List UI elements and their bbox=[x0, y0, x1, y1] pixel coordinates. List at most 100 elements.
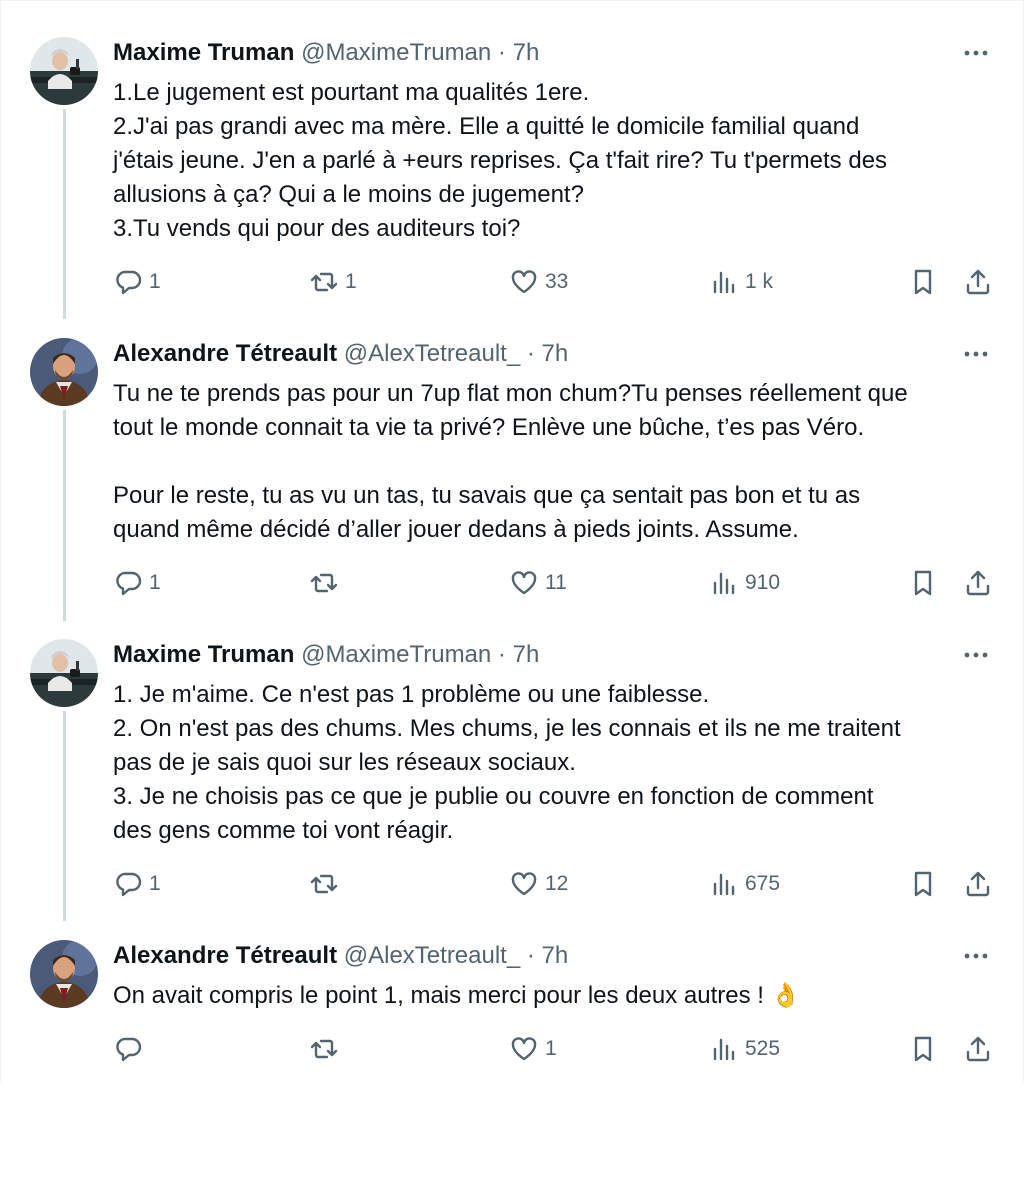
reply-icon bbox=[113, 267, 143, 297]
views-count: 910 bbox=[745, 571, 781, 594]
share-icon bbox=[963, 267, 993, 297]
separator: · bbox=[497, 39, 506, 66]
repost-icon bbox=[309, 1034, 339, 1064]
author-name[interactable]: Maxime Truman bbox=[113, 641, 294, 668]
repost-button[interactable] bbox=[309, 566, 345, 600]
likes-count: 1 bbox=[545, 1037, 557, 1060]
reply-button[interactable]: 1 bbox=[113, 265, 161, 299]
author-handle[interactable]: @MaximeTruman bbox=[301, 39, 491, 66]
tweet-actions: 1 12 675 bbox=[113, 867, 1003, 901]
views-button[interactable]: 675 bbox=[709, 867, 780, 901]
tweet-text-line: pas de je sais quoi sur les réseaux soci… bbox=[113, 749, 576, 776]
like-button[interactable]: 1 bbox=[509, 1032, 557, 1066]
tweet-text-line: allusions à ça? Qui a le moins de jugeme… bbox=[113, 181, 584, 208]
author-handle[interactable]: @AlexTetreault_ bbox=[344, 942, 520, 969]
replies-count: 1 bbox=[149, 270, 161, 293]
views-button[interactable]: 1 k bbox=[709, 265, 773, 299]
timestamp[interactable]: 7h bbox=[542, 942, 569, 969]
replies-count: 1 bbox=[149, 872, 161, 895]
views-button[interactable]: 910 bbox=[709, 566, 780, 600]
avatar[interactable] bbox=[30, 338, 98, 406]
reply-icon bbox=[113, 1034, 143, 1064]
tweet-text-line: Tu ne te prends pas pour un 7up flat mon… bbox=[113, 380, 908, 407]
share-button[interactable] bbox=[963, 867, 993, 901]
avatar[interactable] bbox=[30, 639, 98, 707]
separator: · bbox=[526, 340, 535, 367]
tweet[interactable]: Alexandre Tétreault @AlexTetreault_ · 7h… bbox=[1, 940, 1024, 1180]
repost-button[interactable] bbox=[309, 867, 345, 901]
author-name[interactable]: Alexandre Tétreault bbox=[113, 340, 337, 367]
reply-button[interactable]: 1 bbox=[113, 566, 161, 600]
avatar[interactable] bbox=[30, 940, 98, 1008]
author-handle[interactable]: @MaximeTruman bbox=[301, 641, 491, 668]
bookmark-button[interactable] bbox=[908, 1032, 938, 1066]
author-name[interactable]: Alexandre Tétreault bbox=[113, 942, 337, 969]
views-icon bbox=[709, 869, 739, 899]
like-icon bbox=[509, 1034, 539, 1064]
tweet-text-line: quand même décidé d’aller jouer dedans à… bbox=[113, 516, 799, 543]
tweet[interactable]: Maxime Truman @MaximeTruman · 7h 1.Le jug… bbox=[1, 37, 1024, 295]
tweet[interactable]: Maxime Truman @MaximeTruman · 7h 1. Je m'… bbox=[1, 639, 1024, 897]
tweet-text-line: 1.Le jugement est pourtant ma qualités 1… bbox=[113, 79, 590, 106]
more-icon[interactable] bbox=[961, 342, 991, 366]
reply-icon bbox=[113, 568, 143, 598]
views-button[interactable]: 525 bbox=[709, 1032, 780, 1066]
tweet-text: 1. Je m'aime. Ce n'est pas 1 problème ou… bbox=[113, 678, 1003, 848]
tweet-text-line: 3.Tu vends qui pour des auditeurs toi? bbox=[113, 215, 521, 242]
tweet-text-line: 1. Je m'aime. Ce n'est pas 1 problème ou… bbox=[113, 681, 710, 708]
like-button[interactable]: 33 bbox=[509, 265, 568, 299]
tweet-text: On avait compris le point 1, mais merci … bbox=[113, 979, 1003, 1013]
repost-button[interactable]: 1 bbox=[309, 265, 357, 299]
views-icon bbox=[709, 568, 739, 598]
likes-count: 12 bbox=[545, 872, 569, 895]
tweet-text-line: Pour le reste, tu as vu un tas, tu savai… bbox=[113, 482, 861, 509]
more-icon[interactable] bbox=[961, 41, 991, 65]
reply-button[interactable]: 1 bbox=[113, 867, 161, 901]
tweet-text: Tu ne te prends pas pour un 7up flat mon… bbox=[113, 377, 1003, 547]
timestamp[interactable]: 7h bbox=[542, 340, 569, 367]
tweet-text-line: 2.J'ai pas grandi avec ma mère. Elle a q… bbox=[113, 113, 860, 140]
tweet-actions: 1 1 33 1 k bbox=[113, 265, 1003, 299]
more-icon[interactable] bbox=[961, 944, 991, 968]
like-icon bbox=[509, 568, 539, 598]
timestamp[interactable]: 7h bbox=[513, 39, 540, 66]
replies-count: 1 bbox=[149, 571, 161, 594]
tweet-header: Maxime Truman @MaximeTruman · 7h bbox=[113, 39, 539, 67]
like-button[interactable]: 12 bbox=[509, 867, 568, 901]
bookmark-button[interactable] bbox=[908, 566, 938, 600]
share-icon bbox=[963, 1034, 993, 1064]
tweet[interactable]: Alexandre Tétreault @AlexTetreault_ · 7h… bbox=[1, 338, 1024, 596]
share-button[interactable] bbox=[963, 1032, 993, 1066]
share-icon bbox=[963, 568, 993, 598]
author-name[interactable]: Maxime Truman bbox=[113, 39, 294, 66]
tweet-header: Alexandre Tétreault @AlexTetreault_ · 7h bbox=[113, 340, 568, 368]
repost-button[interactable] bbox=[309, 1032, 345, 1066]
repost-icon bbox=[309, 267, 339, 297]
like-button[interactable]: 11 bbox=[509, 566, 567, 600]
bookmark-button[interactable] bbox=[908, 265, 938, 299]
tweet-text-line bbox=[113, 445, 1003, 479]
timestamp[interactable]: 7h bbox=[513, 641, 540, 668]
views-count: 675 bbox=[745, 872, 781, 895]
bookmark-button[interactable] bbox=[908, 867, 938, 901]
share-button[interactable] bbox=[963, 566, 993, 600]
bookmark-icon bbox=[908, 869, 938, 899]
views-count: 525 bbox=[745, 1037, 781, 1060]
share-button[interactable] bbox=[963, 265, 993, 299]
more-icon[interactable] bbox=[961, 643, 991, 667]
tweet-header: Alexandre Tétreault @AlexTetreault_ · 7h bbox=[113, 942, 568, 970]
share-icon bbox=[963, 869, 993, 899]
tweet-text-line: On avait compris le point 1, mais merci … bbox=[113, 982, 801, 1009]
tweet-text-line: tout le monde connait ta vie ta privé? E… bbox=[113, 414, 865, 441]
avatar[interactable] bbox=[30, 37, 98, 105]
repost-icon bbox=[309, 869, 339, 899]
bookmark-icon bbox=[908, 267, 938, 297]
author-handle[interactable]: @AlexTetreault_ bbox=[344, 340, 520, 367]
repost-icon bbox=[309, 568, 339, 598]
views-count: 1 k bbox=[745, 270, 774, 293]
tweet-text-line: des gens comme toi vont réagir. bbox=[113, 817, 454, 844]
separator: · bbox=[526, 942, 535, 969]
reply-button[interactable] bbox=[113, 1032, 149, 1066]
tweet-text: 1.Le jugement est pourtant ma qualités 1… bbox=[113, 76, 1003, 246]
tweet-text-line: j'étais jeune. J'en a parlé à +eurs repr… bbox=[113, 147, 888, 174]
